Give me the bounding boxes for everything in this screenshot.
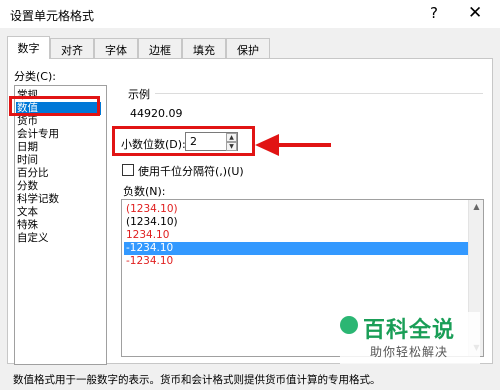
tab-protection[interactable]: 保护 bbox=[226, 38, 270, 58]
category-list[interactable]: 常规 数值 货币 会计专用 日期 时间 百分比 分数 科学记数 文本 特殊 自定… bbox=[14, 85, 107, 365]
negative-numbers-label: 负数(N): bbox=[123, 185, 166, 198]
category-item-accounting[interactable]: 会计专用 bbox=[17, 128, 59, 141]
highlight-box-category bbox=[9, 96, 100, 116]
tab-alignment[interactable]: 对齐 bbox=[50, 38, 94, 58]
category-item-date[interactable]: 日期 bbox=[17, 141, 38, 154]
highlight-box-decimal-places bbox=[112, 126, 255, 156]
sample-label: 示例 bbox=[128, 88, 150, 101]
scroll-up-icon[interactable]: ▲ bbox=[469, 200, 484, 214]
negative-format-item-selected[interactable]: -1234.10 bbox=[124, 242, 468, 255]
category-item-text[interactable]: 文本 bbox=[17, 206, 38, 219]
tab-font[interactable]: 字体 bbox=[94, 38, 138, 58]
red-arrow-icon bbox=[255, 134, 331, 156]
category-item-time[interactable]: 时间 bbox=[17, 154, 38, 167]
thousands-separator-checkbox[interactable] bbox=[122, 164, 134, 176]
watermark-subtitle: 助你轻松解决 bbox=[370, 345, 449, 359]
category-label: 分类(C): bbox=[14, 70, 56, 83]
format-description: 数值格式用于一般数字的表示。货币和会计格式则提供货币值计算的专用格式。 bbox=[13, 374, 381, 386]
format-cells-dialog: 设置单元格格式 ? ✕ 数字 对齐 字体 边框 填充 保护 分类(C): 常规 … bbox=[0, 0, 500, 390]
dialog-title: 设置单元格格式 bbox=[10, 9, 95, 23]
help-button[interactable]: ? bbox=[430, 4, 438, 22]
sample-divider bbox=[155, 93, 483, 94]
category-item-custom[interactable]: 自定义 bbox=[17, 232, 49, 245]
watermark: 百科全说 助你轻松解决 bbox=[340, 312, 480, 364]
negative-format-item[interactable]: -1234.10 bbox=[126, 255, 173, 268]
tab-fill[interactable]: 填充 bbox=[182, 38, 226, 58]
tab-number[interactable]: 数字 bbox=[7, 36, 50, 59]
negative-format-item[interactable]: (1234.10) bbox=[126, 203, 178, 216]
category-item-percentage[interactable]: 百分比 bbox=[17, 167, 49, 180]
close-button[interactable]: ✕ bbox=[468, 3, 482, 23]
negative-format-item[interactable]: (1234.10) bbox=[126, 216, 178, 229]
watermark-logo-icon bbox=[340, 316, 358, 334]
title-bar: 设置单元格格式 ? ✕ bbox=[0, 0, 500, 28]
category-item-scientific[interactable]: 科学记数 bbox=[17, 193, 59, 206]
category-item-currency[interactable]: 货币 bbox=[17, 115, 38, 128]
category-item-special[interactable]: 特殊 bbox=[17, 219, 38, 232]
tab-border[interactable]: 边框 bbox=[138, 38, 182, 58]
sample-value: 44920.09 bbox=[130, 107, 183, 120]
thousands-separator-label[interactable]: 使用千位分隔符(,)(U) bbox=[138, 163, 244, 179]
watermark-title: 百科全说 bbox=[363, 318, 456, 343]
category-item-fraction[interactable]: 分数 bbox=[17, 180, 38, 193]
negative-format-item[interactable]: 1234.10 bbox=[126, 229, 169, 242]
